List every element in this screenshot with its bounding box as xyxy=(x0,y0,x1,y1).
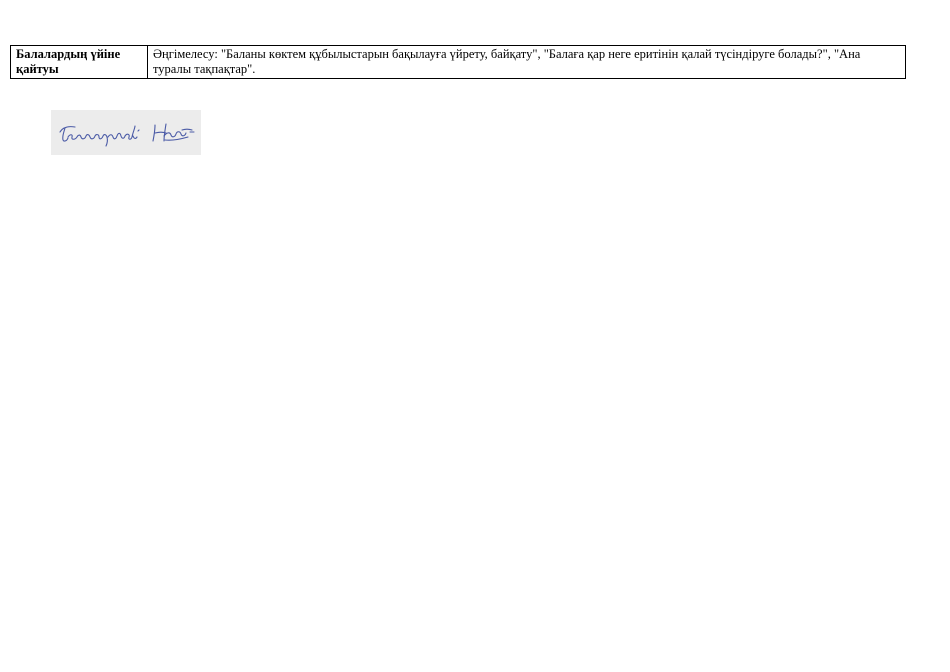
signature-drawing xyxy=(59,123,195,147)
row-label: Балалардың үйіне қайтуы xyxy=(16,47,121,76)
handwritten-signature xyxy=(51,110,201,155)
plan-table: Балалардың үйіне қайтуы Әңгімелесу: "Бал… xyxy=(10,45,906,79)
row-content-cell: Әңгімелесу: "Баланы көктем құбылыстарын … xyxy=(147,45,906,79)
row-content: Әңгімелесу: "Баланы көктем құбылыстарын … xyxy=(153,47,861,76)
table-row: Балалардың үйіне қайтуы Әңгімелесу: "Бал… xyxy=(10,45,906,79)
signature-strokes xyxy=(59,123,195,147)
document-page: Балалардың үйіне қайтуы Әңгімелесу: "Бал… xyxy=(0,0,950,672)
row-label-cell: Балалардың үйіне қайтуы xyxy=(10,45,148,79)
